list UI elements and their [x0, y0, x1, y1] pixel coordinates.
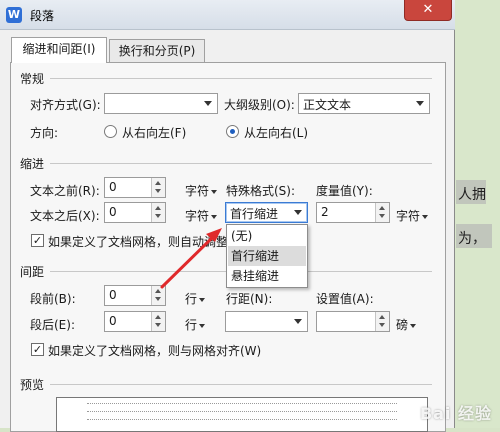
annotation-arrow [160, 228, 222, 289]
watermark: Bai 经验 [419, 404, 492, 423]
